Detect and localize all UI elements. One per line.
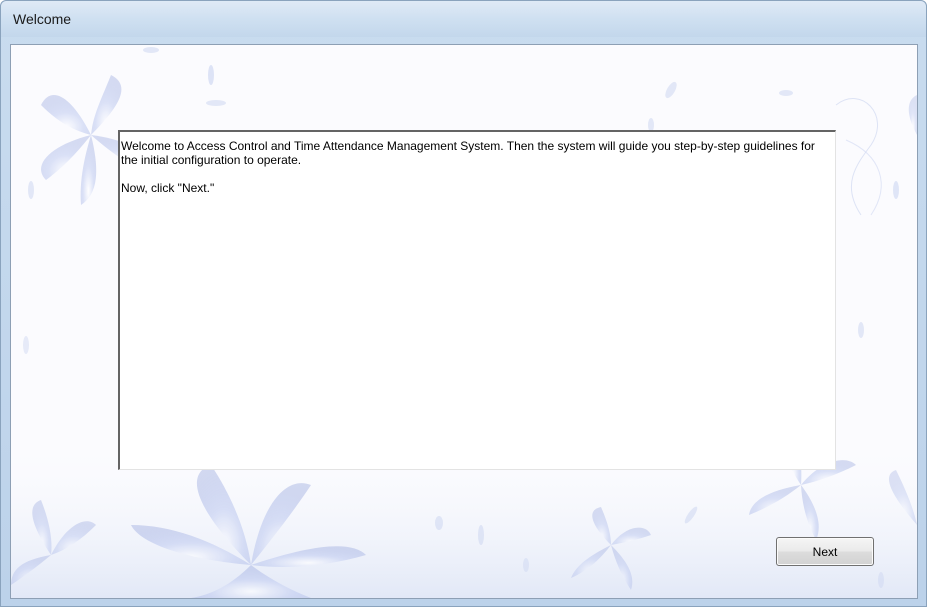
title-bar[interactable]: Welcome	[1, 1, 926, 37]
client-area: Welcome to Access Control and Time Atten…	[10, 44, 918, 599]
welcome-paragraph: Welcome to Access Control and Time Atten…	[121, 139, 815, 167]
instruction-paragraph: Now, click "Next."	[121, 181, 215, 195]
next-button[interactable]: Next	[776, 537, 874, 566]
window-title: Welcome	[13, 11, 72, 27]
welcome-window: Welcome Welcome to Access Control and Ti…	[0, 0, 927, 607]
welcome-message-box: Welcome to Access Control and Time Atten…	[118, 130, 836, 470]
